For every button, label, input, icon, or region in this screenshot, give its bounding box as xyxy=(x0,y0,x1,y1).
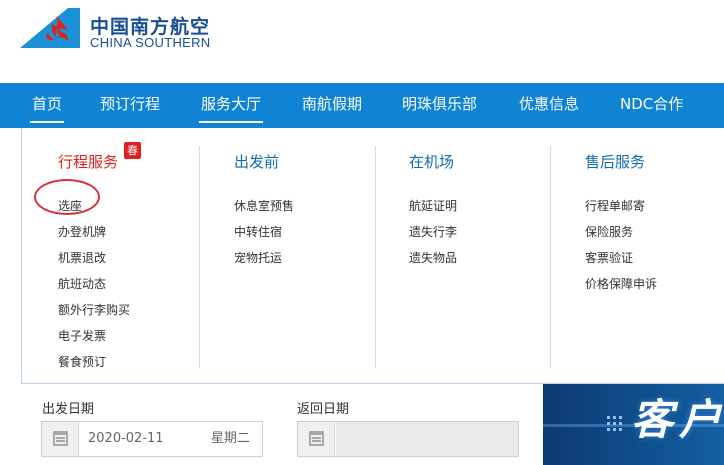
column-divider xyxy=(375,146,376,368)
banner-dots-decoration xyxy=(607,416,623,432)
depart-date-input[interactable] xyxy=(88,422,198,456)
calendar-icon xyxy=(309,431,324,446)
return-calendar-button[interactable] xyxy=(298,422,335,456)
link-lost-baggage[interactable]: 遗失行李 xyxy=(409,223,457,240)
column-divider xyxy=(550,146,551,368)
col-title-after-sales[interactable]: 售后服务 xyxy=(585,151,645,172)
link-lounge-presale[interactable]: 休息室预售 xyxy=(234,197,294,214)
nav-booking[interactable]: 预订行程 xyxy=(100,83,160,128)
china-southern-logo[interactable]: 中国南方航空 CHINA SOUTHERN xyxy=(20,8,220,52)
nav-home[interactable]: 首页 xyxy=(29,83,65,128)
depart-weekday: 星期二 xyxy=(210,431,250,446)
banner-headline: 客户 xyxy=(631,395,724,444)
main-nav: 首页 预订行程 服务大厅 南航假期 明珠俱乐部 优惠信息 NDC合作 xyxy=(0,83,724,128)
kapok-logo-icon xyxy=(20,8,80,48)
site-header: 中国南方航空 CHINA SOUTHERN xyxy=(0,0,724,83)
calendar-icon xyxy=(53,431,68,446)
nav-promotions[interactable]: 优惠信息 xyxy=(519,83,579,128)
nav-ndc[interactable]: NDC合作 xyxy=(620,83,683,128)
link-boarding-pass[interactable]: 办登机牌 xyxy=(58,223,106,240)
booking-form: 出发日期 星期二 返回日期 xyxy=(0,384,540,465)
return-date-input[interactable] xyxy=(336,422,518,456)
nav-holidays[interactable]: 南航假期 xyxy=(302,83,362,128)
logo-english-name: CHINA SOUTHERN xyxy=(90,35,211,50)
depart-date-label: 出发日期 xyxy=(42,402,95,417)
return-date-label: 返回日期 xyxy=(297,402,350,417)
col-title-at-airport[interactable]: 在机场 xyxy=(409,151,454,172)
link-itinerary-mailing[interactable]: 行程单邮寄 xyxy=(585,197,645,214)
depart-calendar-button[interactable] xyxy=(42,422,79,456)
link-transit-hotel[interactable]: 中转住宿 xyxy=(234,223,282,240)
spring-badge: 春 xyxy=(124,142,141,159)
link-ticket-verify[interactable]: 客票验证 xyxy=(585,249,633,266)
link-e-invoice[interactable]: 电子发票 xyxy=(58,327,106,344)
service-hall-dropdown: 行程服务 春 选座 办登机牌 机票退改 航班动态 额外行李购买 电子发票 餐食预… xyxy=(21,128,724,384)
promo-banner[interactable]: 客户 xyxy=(543,384,724,465)
link-price-guarantee[interactable]: 价格保障申诉 xyxy=(585,275,657,292)
nav-service-hall[interactable]: 服务大厅 xyxy=(198,83,264,128)
col-title-before-departure[interactable]: 出发前 xyxy=(234,151,279,172)
link-extra-baggage[interactable]: 额外行李购买 xyxy=(58,301,130,318)
nav-pearl-club[interactable]: 明珠俱乐部 xyxy=(402,83,477,128)
column-divider xyxy=(199,146,200,368)
return-date-field[interactable] xyxy=(297,421,519,457)
link-meal-order[interactable]: 餐食预订 xyxy=(58,353,106,370)
link-insurance[interactable]: 保险服务 xyxy=(585,223,633,240)
col-title-trip-services[interactable]: 行程服务 xyxy=(58,151,118,172)
link-seat-selection[interactable]: 选座 xyxy=(58,197,82,214)
link-lost-items[interactable]: 遗失物品 xyxy=(409,249,457,266)
link-delay-certificate[interactable]: 航延证明 xyxy=(409,197,457,214)
link-ticket-change[interactable]: 机票退改 xyxy=(58,249,106,266)
link-pet-shipping[interactable]: 宠物托运 xyxy=(234,249,282,266)
link-flight-status[interactable]: 航班动态 xyxy=(58,275,106,292)
depart-date-field[interactable]: 星期二 xyxy=(41,421,263,457)
